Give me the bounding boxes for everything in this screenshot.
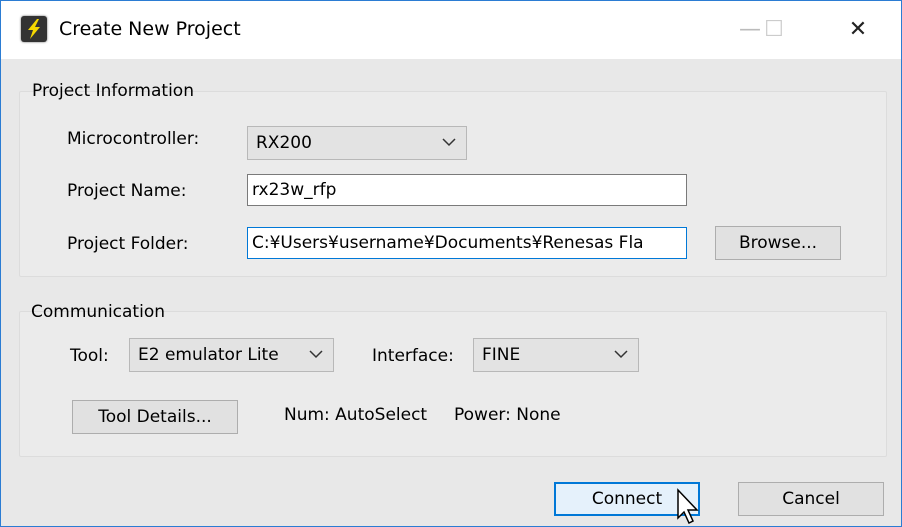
close-button[interactable]: ✕ (835, 11, 881, 49)
project-name-label: Project Name: (67, 181, 187, 201)
chevron-down-icon (614, 350, 628, 359)
tool-details-button[interactable]: Tool Details... (72, 400, 238, 434)
project-folder-label: Project Folder: (67, 234, 189, 254)
title-bar: Create New Project — ☐ ✕ (1, 1, 901, 59)
project-folder-input[interactable]: C:¥Users¥username¥Documents¥Renesas Fla (247, 227, 687, 259)
project-information-title: Project Information (32, 81, 194, 101)
num-status: Num: AutoSelect (284, 405, 428, 425)
cancel-button[interactable]: Cancel (738, 482, 884, 516)
mouse-pointer-icon (677, 488, 699, 525)
microcontroller-select[interactable]: RX200 (247, 126, 467, 160)
power-status: Power: None (454, 405, 561, 425)
microcontroller-label: Microcontroller: (67, 129, 200, 149)
chevron-down-icon (309, 350, 323, 359)
communication-group (19, 311, 887, 457)
browse-button[interactable]: Browse... (715, 226, 841, 260)
tool-select[interactable]: E2 emulator Lite (129, 338, 334, 372)
tool-value: E2 emulator Lite (138, 345, 279, 365)
interface-value: FINE (482, 345, 521, 365)
window-title: Create New Project (59, 18, 241, 40)
interface-label: Interface: (372, 346, 454, 366)
app-lightning-icon (21, 16, 47, 42)
maximize-button[interactable]: ☐ (751, 11, 797, 49)
close-icon: ✕ (848, 17, 868, 42)
maximize-icon: ☐ (764, 17, 784, 42)
communication-title: Communication (31, 302, 165, 322)
create-new-project-dialog: Create New Project — ☐ ✕ Project Informa… (0, 0, 902, 527)
chevron-down-icon (442, 138, 456, 147)
project-name-input[interactable]: rx23w_rfp (247, 174, 687, 206)
interface-select[interactable]: FINE (473, 338, 639, 372)
tool-label: Tool: (70, 346, 109, 366)
microcontroller-value: RX200 (256, 133, 312, 153)
